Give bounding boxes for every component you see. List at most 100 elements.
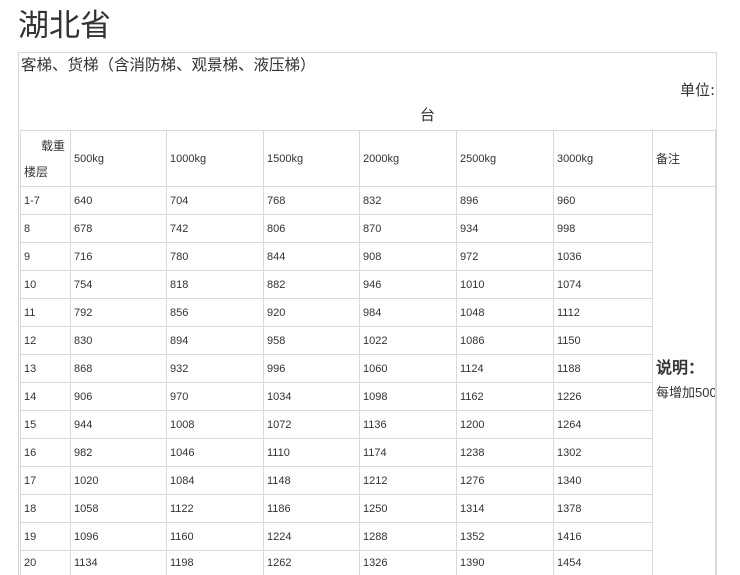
price-cell: 996 bbox=[263, 354, 360, 383]
floor-cell: 14 bbox=[20, 382, 71, 411]
price-cell: 806 bbox=[263, 214, 360, 243]
price-cell: 946 bbox=[359, 270, 457, 299]
price-cell: 742 bbox=[166, 214, 264, 243]
price-cell: 1326 bbox=[359, 550, 457, 575]
price-cell: 1058 bbox=[70, 494, 167, 523]
remark-header: 备注 bbox=[652, 130, 716, 187]
price-cell: 1416 bbox=[553, 522, 653, 551]
floor-axis-label: 楼层 bbox=[24, 164, 49, 179]
floor-cell: 10 bbox=[20, 270, 71, 299]
price-cell: 1262 bbox=[263, 550, 360, 575]
table-row: 13 868 932 996 1060 1124 1188 bbox=[20, 354, 716, 383]
price-cell: 1224 bbox=[263, 522, 360, 551]
price-cell: 970 bbox=[166, 382, 264, 411]
price-cell: 1084 bbox=[166, 466, 264, 495]
table-row: 11 792 856 920 984 1048 1112 bbox=[20, 298, 716, 327]
price-cell: 1124 bbox=[456, 354, 554, 383]
remark-text: 每增加500公斤加收64元 bbox=[656, 385, 716, 400]
price-cell: 1110 bbox=[263, 438, 360, 467]
column-header-2500kg: 2500kg bbox=[456, 130, 554, 187]
price-cell: 754 bbox=[70, 270, 167, 299]
price-cell: 678 bbox=[70, 214, 167, 243]
table-row: 18 1058 1122 1186 1250 1314 1378 bbox=[20, 494, 716, 523]
price-cell: 1200 bbox=[456, 410, 554, 439]
price-cell: 870 bbox=[359, 214, 457, 243]
price-cell: 1264 bbox=[553, 410, 653, 439]
remark-cell: 说明： 每增加500公斤加收64元 bbox=[652, 186, 716, 575]
floor-cell: 9 bbox=[20, 242, 71, 271]
floor-cell: 13 bbox=[20, 354, 71, 383]
price-cell: 1098 bbox=[359, 382, 457, 411]
price-cell: 832 bbox=[359, 186, 457, 215]
price-cell: 1390 bbox=[456, 550, 554, 575]
price-cell: 906 bbox=[70, 382, 167, 411]
table-row: 15 944 1008 1072 1136 1200 1264 bbox=[20, 410, 716, 439]
table-body: 1-7640704768832896960 说明： 每增加500公斤加收64元 867… bbox=[20, 186, 716, 575]
floor-cell: 8 bbox=[20, 214, 71, 243]
price-cell: 1378 bbox=[553, 494, 653, 523]
corner-header-cell: 载重 楼层 bbox=[20, 130, 71, 187]
unit-value: 台 bbox=[420, 106, 436, 124]
page: 湖北省 客梯、货梯（含消防梯、观景梯、液压梯） 单位: 台 载重 楼层 500k… bbox=[0, 0, 740, 575]
table-row: 8 678 742 806 870 934 998 bbox=[20, 214, 716, 243]
floor-cell: 19 bbox=[20, 522, 71, 551]
floor-cell: 15 bbox=[20, 410, 71, 439]
floor-cell: 18 bbox=[20, 494, 71, 523]
price-cell: 972 bbox=[456, 242, 554, 271]
price-cell: 1302 bbox=[553, 438, 653, 467]
section-heading: 客梯、货梯（含消防梯、观景梯、液压梯） bbox=[21, 56, 316, 74]
price-cell: 1250 bbox=[359, 494, 457, 523]
floor-cell: 1-7 bbox=[20, 186, 71, 215]
price-cell: 1136 bbox=[359, 410, 457, 439]
price-cell: 1112 bbox=[553, 298, 653, 327]
price-cell: 1086 bbox=[456, 326, 554, 355]
price-cell: 1008 bbox=[166, 410, 264, 439]
table-row: 10 754 818 882 946 1010 1074 bbox=[20, 270, 716, 299]
floor-cell: 16 bbox=[20, 438, 71, 467]
price-cell: 716 bbox=[70, 242, 167, 271]
price-cell: 934 bbox=[456, 214, 554, 243]
price-cell: 1060 bbox=[359, 354, 457, 383]
price-cell: 998 bbox=[553, 214, 653, 243]
price-cell: 1036 bbox=[553, 242, 653, 271]
table-row: 20 1134 1198 1262 1326 1390 1454 bbox=[20, 550, 716, 575]
page-title: 湖北省 bbox=[18, 8, 111, 44]
price-cell: 830 bbox=[70, 326, 167, 355]
price-cell: 1226 bbox=[553, 382, 653, 411]
price-cell: 1174 bbox=[359, 438, 457, 467]
price-cell: 960 bbox=[553, 186, 653, 215]
price-cell: 958 bbox=[263, 326, 360, 355]
price-cell: 1454 bbox=[553, 550, 653, 575]
column-header-1500kg: 1500kg bbox=[263, 130, 360, 187]
price-cell: 1162 bbox=[456, 382, 554, 411]
price-cell: 1072 bbox=[263, 410, 360, 439]
floor-cell: 11 bbox=[20, 298, 71, 327]
price-cell: 1352 bbox=[456, 522, 554, 551]
floor-cell: 20 bbox=[20, 550, 71, 575]
floor-cell: 12 bbox=[20, 326, 71, 355]
price-cell: 640 bbox=[70, 186, 167, 215]
column-header-3000kg: 3000kg bbox=[553, 130, 653, 187]
table-row: 19 1096 1160 1224 1288 1352 1416 bbox=[20, 522, 716, 551]
content-panel: 客梯、货梯（含消防梯、观景梯、液压梯） 单位: 台 载重 楼层 500kg 10… bbox=[18, 52, 717, 575]
price-cell: 1022 bbox=[359, 326, 457, 355]
price-cell: 1046 bbox=[166, 438, 264, 467]
price-cell: 844 bbox=[263, 242, 360, 271]
load-axis-label: 载重 bbox=[41, 138, 66, 153]
column-header-2000kg: 2000kg bbox=[359, 130, 457, 187]
price-cell: 818 bbox=[166, 270, 264, 299]
price-cell: 1150 bbox=[553, 326, 653, 355]
unit-label: 单位: bbox=[680, 81, 716, 99]
price-cell: 1034 bbox=[263, 382, 360, 411]
price-cell: 704 bbox=[166, 186, 264, 215]
price-cell: 1074 bbox=[553, 270, 653, 299]
price-cell: 856 bbox=[166, 298, 264, 327]
price-cell: 1186 bbox=[263, 494, 360, 523]
price-cell: 1340 bbox=[553, 466, 653, 495]
price-cell: 1048 bbox=[456, 298, 554, 327]
price-table: 载重 楼层 500kg 1000kg 1500kg 2000kg 2500kg … bbox=[20, 130, 716, 575]
price-cell: 1288 bbox=[359, 522, 457, 551]
price-cell: 932 bbox=[166, 354, 264, 383]
price-cell: 792 bbox=[70, 298, 167, 327]
table-row: 12 830 894 958 1022 1086 1150 bbox=[20, 326, 716, 355]
